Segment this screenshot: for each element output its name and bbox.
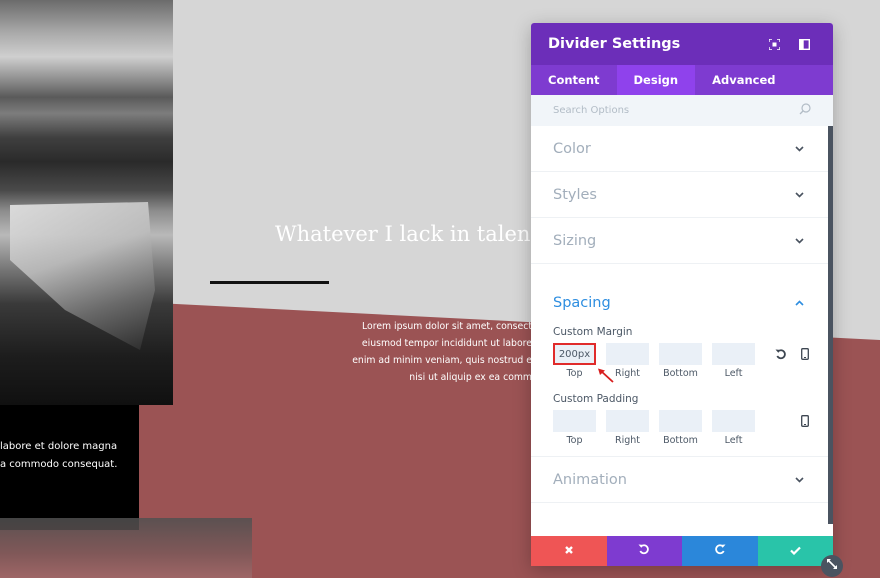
responsive-phone-icon[interactable] [797,346,813,362]
tab-content[interactable]: Content [531,65,617,95]
annotation-arrow-icon [597,368,615,389]
tab-advanced[interactable]: Advanced [695,65,792,95]
group-styles[interactable]: Styles [531,172,828,218]
redo-button[interactable] [682,536,758,566]
faded-image-box [0,518,252,578]
margin-left-label: Left [724,368,743,379]
panel-header[interactable]: Divider Settings [531,23,833,65]
custom-padding-row: Top Right Bottom Left [553,410,809,446]
padding-left-label: Left [724,435,743,446]
black-box-text: labore et dolore magna a commodo consequ… [0,438,117,474]
padding-bottom-label: Bottom [663,435,698,446]
chevron-down-icon [794,475,804,485]
building-shape [10,202,155,350]
margin-right-input[interactable] [606,343,649,365]
page-headline: Whatever I lack in talen [275,222,531,246]
tab-design[interactable]: Design [616,65,696,95]
padding-right-label: Right [614,435,641,446]
chevron-down-icon [794,190,804,200]
margin-left-input[interactable] [712,343,755,365]
sidebar-layout-icon[interactable] [789,29,819,59]
group-color[interactable]: Color [531,126,828,172]
undo-icon [638,542,650,560]
group-title: Color [553,140,591,157]
custom-margin-label: Custom Margin [553,326,633,338]
scrollbar[interactable] [828,126,833,524]
padding-right-input[interactable] [606,410,649,432]
redo-icon [714,542,726,560]
margin-top-label: Top [566,368,583,379]
panel-title: Divider Settings [548,36,681,52]
black-box-line: labore et dolore magna [0,441,118,452]
body-line: enim ad minim veniam, quis nostrud e [352,355,532,366]
city-photo [0,0,173,405]
group-title: Sizing [553,232,597,249]
chevron-up-icon [794,298,804,308]
black-box-line: a commodo consequat. [0,459,118,470]
resize-handle[interactable] [821,555,843,577]
custom-margin-row: Top Right Bottom Left [553,343,809,379]
group-title: Styles [553,186,597,203]
panel-footer [531,536,833,566]
chevron-down-icon [794,144,804,154]
body-line: eiusmod tempor incididunt ut labore [361,338,532,349]
cancel-button[interactable] [531,536,607,566]
search-input[interactable] [553,105,799,116]
checkmark-icon [789,542,801,560]
search-bar [531,95,833,126]
body-line: Lorem ipsum dolor sit amet, consect [362,321,532,332]
margin-right-label: Right [614,368,641,379]
padding-top-input[interactable] [553,410,596,432]
group-animation[interactable]: Animation [531,457,828,503]
padding-bottom-input[interactable] [659,410,702,432]
padding-top-label: Top [566,435,583,446]
divider-settings-panel: Divider Settings Content Design Advanced… [531,23,833,566]
reset-icon[interactable] [773,346,789,362]
spacing-options: Custom Margin Top Right Bottom Left Cust… [531,326,828,446]
margin-top-input[interactable] [553,343,596,365]
search-icon[interactable] [799,102,811,120]
group-title: Animation [553,471,627,488]
group-sizing[interactable]: Sizing [531,218,828,264]
responsive-phone-icon[interactable] [797,413,813,429]
tab-bar: Content Design Advanced [531,65,833,95]
padding-left-input[interactable] [712,410,755,432]
undo-button[interactable] [606,536,682,566]
body-text: Lorem ipsum dolor sit amet, consect eius… [352,318,532,386]
margin-bottom-input[interactable] [659,343,702,365]
divider-module[interactable] [210,281,329,284]
options-list: Color Styles Sizing Spacing Custom Margi… [531,126,828,536]
group-spacing[interactable]: Spacing [531,264,828,326]
body-line: nisi ut aliquip ex ea comm [409,372,532,383]
custom-padding-label: Custom Padding [553,393,639,405]
group-spacing-section: Spacing Custom Margin Top Right Bottom L… [531,264,828,457]
margin-bottom-label: Bottom [663,368,698,379]
chevron-down-icon [794,236,804,246]
close-icon [564,542,574,560]
resize-icon [826,557,838,575]
fullscreen-icon[interactable] [759,29,789,59]
group-title: Spacing [553,295,611,311]
